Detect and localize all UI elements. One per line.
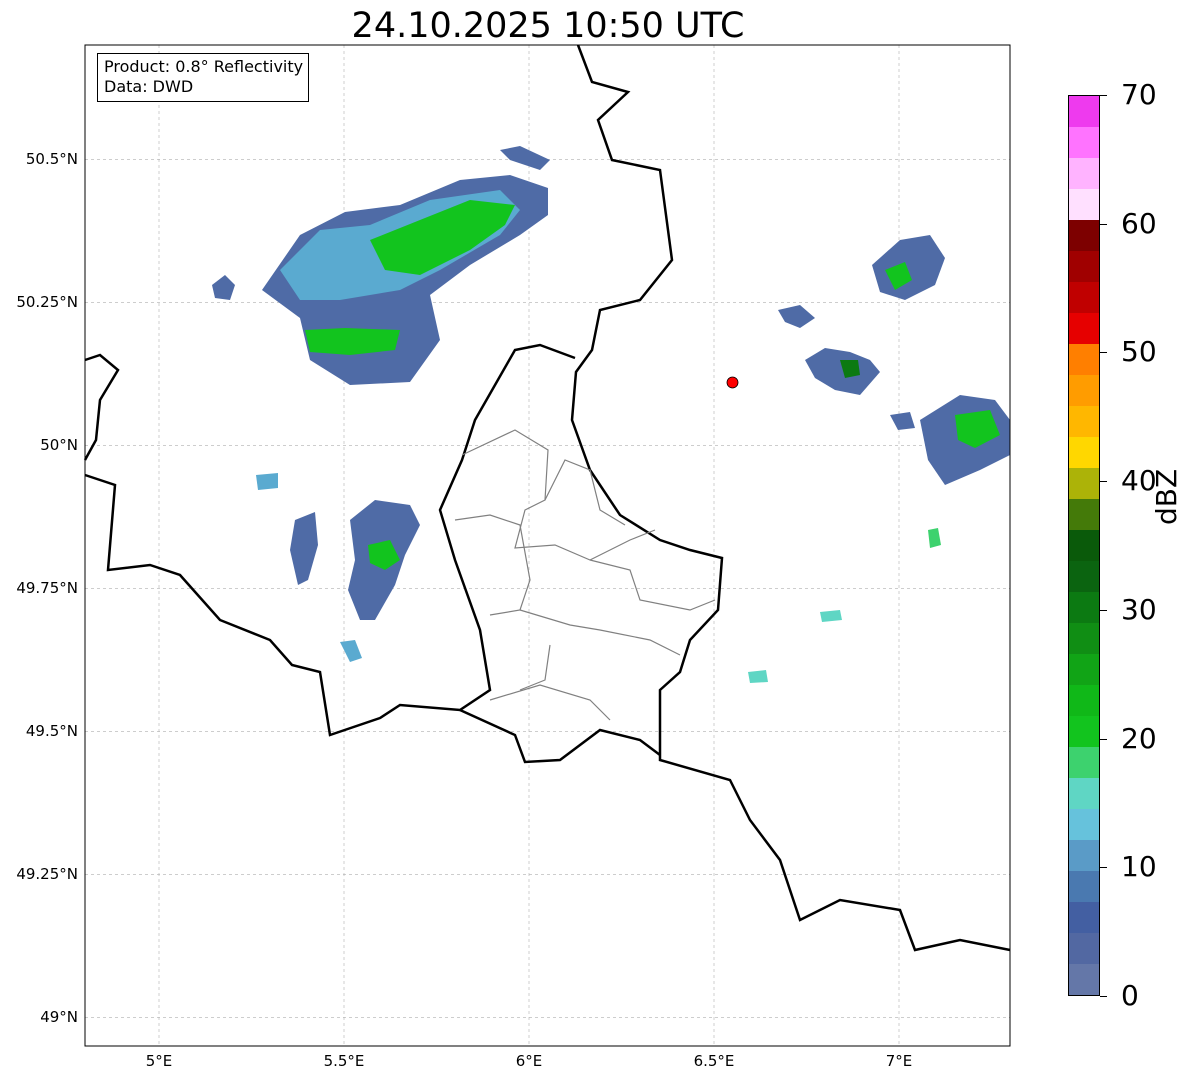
lat-tick-label: 49°N: [40, 1008, 78, 1027]
lon-tick-label: 7°E: [885, 1052, 913, 1070]
region-line: [519, 609, 681, 656]
colorbar-tick-mark: [1100, 609, 1107, 611]
colorbar-segment: [1069, 127, 1099, 158]
info-box: Product: 0.8° Reflectivity Data: DWD: [97, 53, 310, 102]
colorbar-segment: [1069, 747, 1099, 778]
colorbar-segment: [1069, 251, 1099, 282]
radar-echoes: [212, 146, 1010, 683]
colorbar-segment: [1069, 282, 1099, 313]
colorbar-segment: [1069, 809, 1099, 840]
colorbar-segment: [1069, 902, 1099, 933]
echo-cell: [872, 235, 945, 300]
colorbar-segment: [1069, 685, 1099, 716]
colorbar-segment: [1069, 933, 1099, 964]
colorbar-segment: [1069, 499, 1099, 530]
colorbar-segment: [1069, 654, 1099, 685]
colorbar-tick-mark: [1100, 223, 1107, 225]
echo-cell: [778, 305, 815, 328]
region-line: [589, 559, 716, 611]
echo-cell: [820, 610, 842, 622]
colorbar-segment: [1069, 623, 1099, 654]
colorbar-segment: [1069, 592, 1099, 623]
lon-tick-label: 6°E: [515, 1052, 543, 1070]
region-line: [461, 429, 656, 561]
colorbar-tick-label: 20: [1121, 721, 1157, 755]
region-line: [489, 684, 611, 721]
echo-cell: [805, 348, 880, 395]
colorbar-segment: [1069, 189, 1099, 220]
colorbar-segment: [1069, 375, 1099, 406]
lat-tick-label: 49.25°N: [16, 865, 78, 884]
colorbar-segment: [1069, 220, 1099, 251]
colorbar-tick-label: 70: [1121, 78, 1157, 111]
lon-tick-label: 5.5°E: [323, 1052, 365, 1070]
colorbar-tick-label: 30: [1121, 592, 1157, 626]
colorbar-segment: [1069, 96, 1099, 127]
colorbar-tick-label: 60: [1121, 206, 1157, 240]
echo-cell: [748, 670, 768, 683]
echo-cell: [890, 412, 915, 430]
colorbar-tick-mark: [1100, 996, 1107, 997]
lat-tick-label: 49.5°N: [25, 722, 78, 741]
lat-tick-label: 49.75°N: [16, 579, 78, 598]
colorbar-tick-mark: [1100, 95, 1107, 96]
colorbar-segment: [1069, 344, 1099, 375]
colorbar-segment: [1069, 840, 1099, 871]
lon-tick-label: 6.5°E: [693, 1052, 735, 1070]
colorbar-segment: [1069, 313, 1099, 344]
colorbar-segment: [1069, 561, 1099, 592]
colorbar-segment: [1069, 964, 1099, 995]
colorbar-segment: [1069, 406, 1099, 437]
border-line: [459, 708, 661, 764]
colorbar-segment: [1069, 468, 1099, 499]
colorbar-segment: [1069, 871, 1099, 902]
info-data-source: Data: DWD: [104, 77, 194, 96]
colorbar-tick-mark: [1100, 352, 1107, 354]
colorbar-tick-mark: [1100, 481, 1107, 483]
colorbar-tick-label: 50: [1121, 335, 1157, 369]
lat-tick-label: 50.25°N: [16, 293, 78, 312]
colorbar-segment: [1069, 530, 1099, 561]
colorbar-tick-label: 10: [1121, 850, 1157, 884]
echo-cell: [305, 328, 400, 355]
echo-cell: [256, 473, 278, 490]
echo-cell: [290, 512, 318, 585]
border-line: [84, 343, 576, 737]
colorbar-label: dBZ: [1150, 468, 1183, 525]
region-line: [519, 644, 551, 691]
colorbar-tick-mark: [1100, 738, 1107, 740]
colorbar-segment: [1069, 437, 1099, 468]
echo-cell: [500, 146, 550, 170]
country-borders: [83, 44, 1011, 952]
region-line: [454, 514, 531, 616]
lat-tick-label: 50°N: [40, 436, 78, 455]
radar-map: [83, 44, 1011, 1047]
colorbar-segment: [1069, 716, 1099, 747]
colorbar-tick-mark: [1100, 867, 1107, 869]
lat-tick-label: 50.5°N: [25, 150, 78, 169]
colorbar: [1068, 95, 1100, 996]
info-product: Product: 0.8° Reflectivity: [104, 57, 304, 76]
echo-cell: [340, 640, 362, 662]
border-line: [570, 44, 1011, 952]
echo-cell: [212, 275, 235, 300]
lon-tick-label: 5°E: [145, 1052, 173, 1070]
colorbar-segment: [1069, 778, 1099, 809]
colorbar-segment: [1069, 158, 1099, 189]
region-line: [544, 459, 626, 526]
border-line: [83, 353, 120, 461]
radar-site-marker: [726, 376, 739, 389]
echo-cell: [928, 528, 941, 548]
colorbar-tick-label: 0: [1121, 979, 1139, 1012]
